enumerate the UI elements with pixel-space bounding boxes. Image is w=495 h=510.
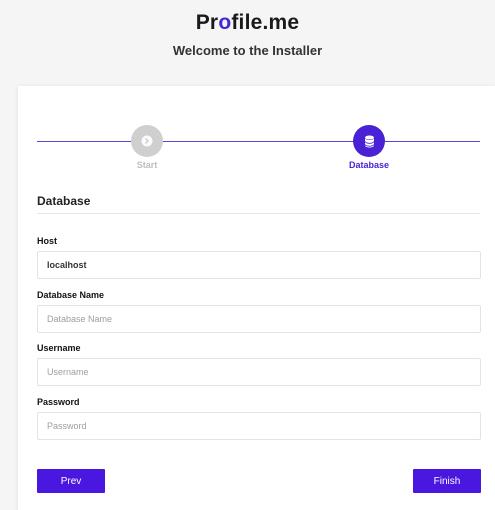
host-input[interactable] [37,251,481,279]
finish-button[interactable]: Finish [413,469,481,493]
step-database[interactable] [353,125,385,157]
section-divider [37,213,480,214]
step-start-label: Start [136,160,158,170]
logo-o-mark: o [218,11,232,34]
username-input[interactable] [37,358,481,386]
host-label: Host [37,236,57,246]
password-input[interactable] [37,412,481,440]
logo-text-end: file.me [231,11,300,34]
section-title: Database [37,194,91,208]
database-name-input[interactable] [37,305,481,333]
database-icon [364,135,374,147]
database-name-label: Database Name [37,290,105,300]
app-logo: Profile.me [0,11,495,35]
step-start[interactable] [131,125,163,157]
installer-subtitle: Welcome to the Installer [172,43,323,58]
password-label: Password [37,397,80,407]
prev-button[interactable]: Prev [37,469,105,493]
logo-text-start: Pr [195,11,219,34]
arrow-right-icon [141,135,153,147]
step-database-label: Database [348,160,390,170]
progress-line [37,141,480,142]
username-label: Username [37,343,81,353]
